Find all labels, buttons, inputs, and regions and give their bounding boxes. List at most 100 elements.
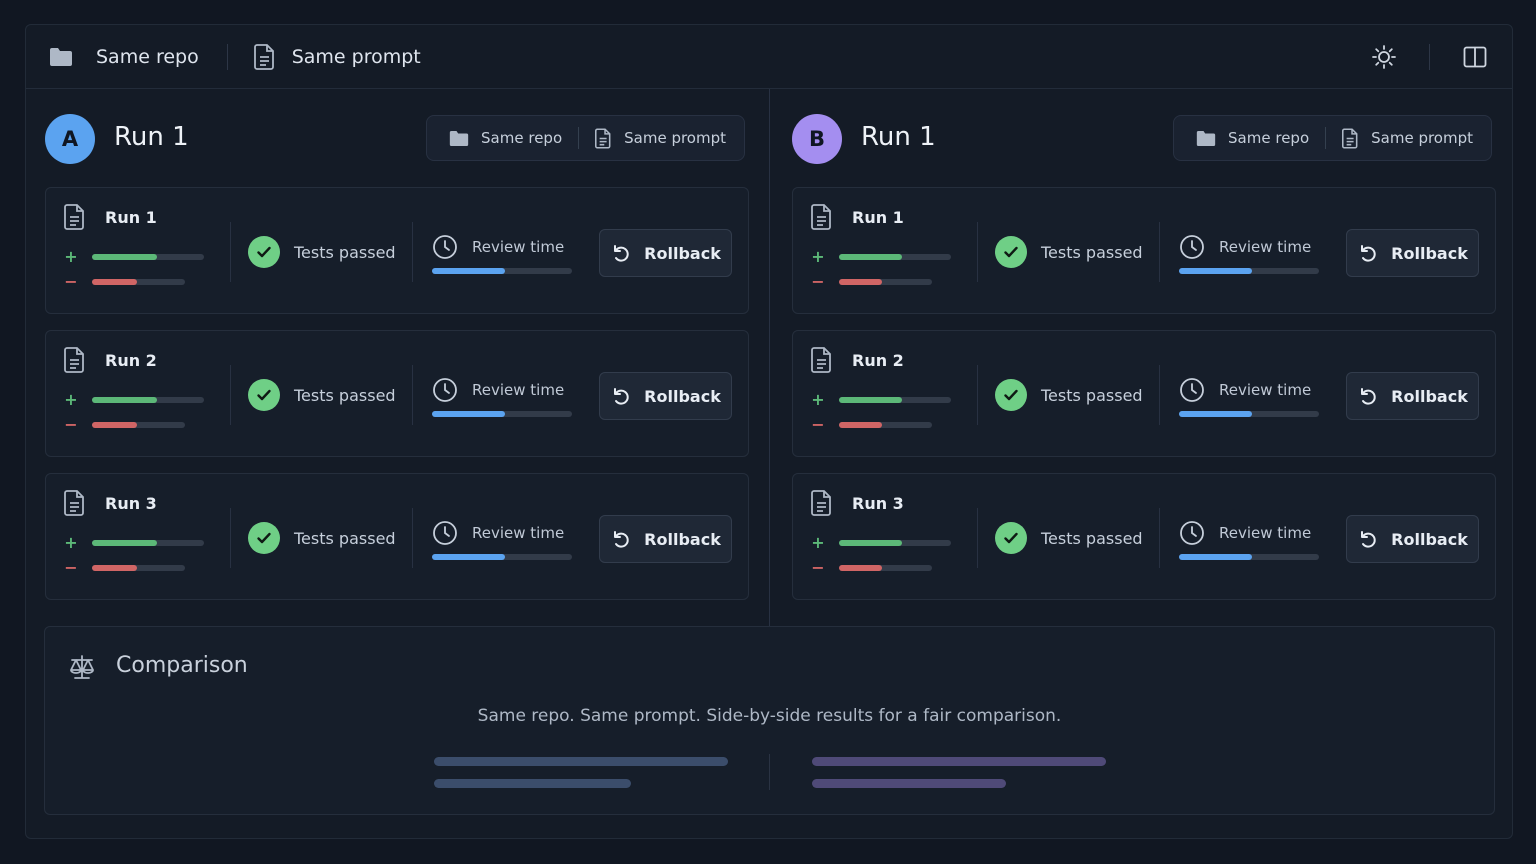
review-time: Review time: [1179, 520, 1319, 560]
repo-chip-label: Same repo: [481, 129, 563, 147]
rollback-button[interactable]: Rollback: [1346, 515, 1479, 563]
file-icon: [64, 347, 88, 373]
run-name: Run 1: [852, 208, 904, 227]
comparison-divider: [769, 754, 770, 790]
run-name: Run 2: [852, 351, 904, 370]
rollback-button[interactable]: Rollback: [599, 372, 732, 420]
run-card: Run 2 + − Tests passed Review time Rollback: [45, 330, 749, 457]
minus-icon: −: [64, 415, 78, 434]
additions-bar: [839, 253, 951, 260]
additions-fill: [839, 396, 902, 403]
review-bar: [432, 411, 572, 417]
prompt-indicator[interactable]: Same prompt: [252, 43, 421, 70]
panel-a: A Run 1 Same repo Same prompt Run 1 + − Tests p…: [45, 89, 749, 625]
rollback-button[interactable]: Rollback: [1346, 372, 1479, 420]
file-icon: [64, 204, 88, 230]
deletions-row: −: [811, 415, 932, 434]
clock-icon: [1179, 377, 1205, 403]
deletions-bar: [839, 421, 932, 428]
prompt-chip-label: Same prompt: [624, 129, 726, 147]
repo-indicator[interactable]: Same repo: [48, 44, 199, 70]
review-time: Review time: [1179, 377, 1319, 417]
review-fill: [432, 268, 505, 274]
run-card: Run 3 + − Tests passed Review time Rollback: [792, 473, 1496, 600]
additions-bar: [92, 253, 204, 260]
rollback-label: Rollback: [1391, 386, 1468, 406]
undo-icon: [610, 386, 630, 406]
panel-title: Run 1: [861, 122, 936, 152]
prompt-chip[interactable]: Same prompt: [595, 127, 726, 149]
deletions-row: −: [811, 558, 932, 577]
prompt-chip[interactable]: Same prompt: [1342, 127, 1473, 149]
run-avatar: B: [792, 114, 842, 164]
additions-row: +: [64, 533, 204, 552]
prompt-label: Same prompt: [291, 45, 421, 68]
repo-chip[interactable]: Same repo: [1196, 129, 1309, 147]
panel-b: B Run 1 Same repo Same prompt Run 1 + − Tests p…: [792, 89, 1496, 625]
card-divider: [977, 222, 978, 282]
comparison-bar-b-2: [812, 779, 1006, 788]
rollback-button[interactable]: Rollback: [599, 515, 732, 563]
run-name: Run 3: [852, 494, 904, 513]
run-name: Run 1: [105, 208, 157, 227]
deletions-bar: [92, 564, 185, 571]
check-icon: [248, 379, 280, 411]
card-divider: [1159, 222, 1160, 282]
plus-icon: +: [811, 533, 825, 552]
folder-icon: [1196, 130, 1216, 147]
tests-status: Tests passed: [995, 236, 1143, 268]
undo-icon: [610, 529, 630, 549]
deletions-fill: [839, 421, 882, 428]
tests-status: Tests passed: [995, 522, 1143, 554]
additions-bar: [839, 539, 951, 546]
undo-icon: [610, 243, 630, 263]
additions-fill: [92, 396, 157, 403]
plus-icon: +: [811, 247, 825, 266]
card-divider: [230, 365, 231, 425]
topbar-actions-divider: [1429, 44, 1430, 70]
panel-header: B Run 1 Same repo Same prompt: [792, 114, 1496, 164]
check-icon: [995, 379, 1027, 411]
rollback-label: Rollback: [1391, 243, 1468, 263]
review-label: Review time: [1219, 524, 1312, 542]
clock-icon: [1179, 520, 1205, 546]
rollback-button[interactable]: Rollback: [599, 229, 732, 277]
deletions-fill: [92, 278, 137, 285]
rollback-label: Rollback: [644, 529, 721, 549]
rollback-label: Rollback: [644, 243, 721, 263]
review-label: Review time: [472, 524, 565, 542]
run-name: Run 3: [105, 494, 157, 513]
rollback-label: Rollback: [644, 386, 721, 406]
comparison-section: Comparison Same repo. Same prompt. Side-…: [44, 626, 1495, 815]
deletions-fill: [839, 278, 882, 285]
deletions-bar: [92, 421, 185, 428]
plus-icon: +: [64, 247, 78, 266]
folder-icon: [48, 44, 74, 70]
deletions-row: −: [64, 272, 185, 291]
additions-fill: [839, 539, 902, 546]
comparison-bar-a-2: [434, 779, 631, 788]
deletions-row: −: [64, 415, 185, 434]
panel-title: Run 1: [114, 122, 189, 152]
prompt-chip-label: Same prompt: [1371, 129, 1473, 147]
repo-chip[interactable]: Same repo: [449, 129, 562, 147]
review-fill: [432, 411, 505, 417]
review-bar: [432, 268, 572, 274]
deletions-bar: [839, 564, 932, 571]
review-label: Review time: [472, 238, 565, 256]
card-divider: [412, 222, 413, 282]
review-label: Review time: [1219, 381, 1312, 399]
clock-icon: [432, 377, 458, 403]
split-layout-icon[interactable]: [1460, 42, 1490, 72]
rollback-button[interactable]: Rollback: [1346, 229, 1479, 277]
review-time: Review time: [432, 234, 572, 274]
minus-icon: −: [811, 272, 825, 291]
minus-icon: −: [64, 272, 78, 291]
additions-row: +: [64, 390, 204, 409]
comparison-title: Comparison: [116, 653, 248, 678]
check-icon: [248, 522, 280, 554]
review-time: Review time: [1179, 234, 1319, 274]
chip-divider: [578, 127, 580, 149]
comparison-description: Same repo. Same prompt. Side-by-side res…: [477, 706, 1062, 726]
sun-icon[interactable]: [1369, 42, 1399, 72]
